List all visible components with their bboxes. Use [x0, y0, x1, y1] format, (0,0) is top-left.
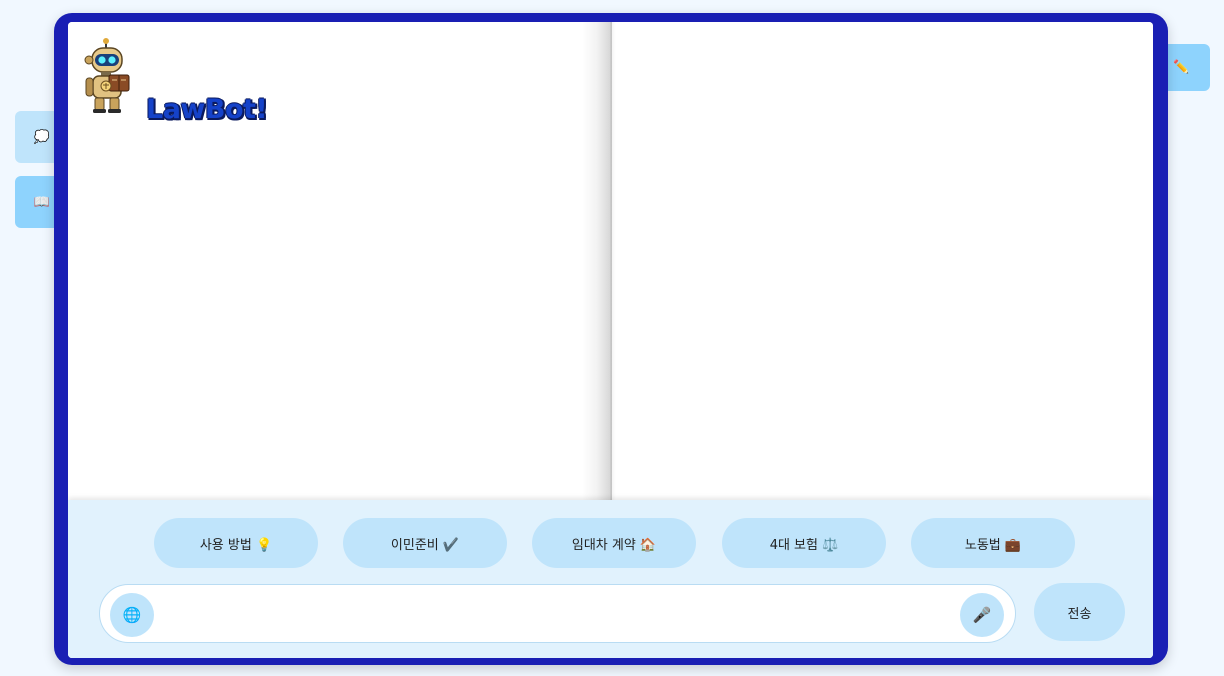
- logo-wordmark: LawBot!: [146, 94, 268, 125]
- open-book-icon: 📖: [33, 194, 51, 210]
- quick-action-lease-contract[interactable]: 임대차 계약 🏠: [532, 518, 696, 568]
- robot-mascot-icon: [84, 38, 130, 113]
- voice-input-button[interactable]: 🎤: [960, 593, 1004, 637]
- microphone-icon: 🎤: [972, 606, 992, 624]
- globe-icon: 🌐: [122, 606, 142, 624]
- chat-input-panel: 사용 방법 💡 이민준비 ✔️ 임대차 계약 🏠 4대 보험 ⚖️ 노동법 💼 …: [68, 500, 1153, 658]
- pencil-icon: ✏️: [1173, 60, 1190, 75]
- book-pages: LawBot! 사용 방법 💡 이민준비 ✔️ 임대차 계약 🏠 4대 보험 ⚖…: [68, 22, 1153, 658]
- lawbot-logo: LawBot!: [84, 38, 274, 125]
- thought-bubble-icon: 💭: [33, 129, 51, 145]
- language-button[interactable]: 🌐: [110, 593, 154, 637]
- quick-action-social-insurance[interactable]: 4대 보험 ⚖️: [722, 518, 886, 568]
- message-input-bar: 🌐 🎤: [99, 584, 1016, 643]
- quick-action-labor-law[interactable]: 노동법 💼: [911, 518, 1075, 568]
- send-button[interactable]: 전송: [1034, 583, 1125, 641]
- book-frame: LawBot! 사용 방법 💡 이민준비 ✔️ 임대차 계약 🏠 4대 보험 ⚖…: [54, 13, 1168, 665]
- quick-action-usage[interactable]: 사용 방법 💡: [154, 518, 318, 568]
- quick-action-immigration[interactable]: 이민준비 ✔️: [343, 518, 507, 568]
- message-input[interactable]: [162, 593, 956, 635]
